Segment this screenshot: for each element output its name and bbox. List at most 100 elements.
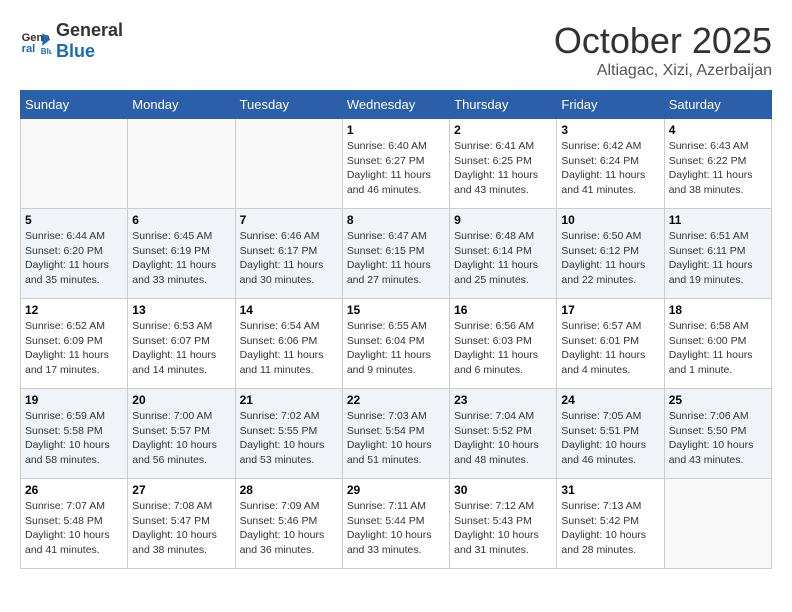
calendar-cell: 15 Sunrise: 6:55 AMSunset: 6:04 PMDayligh… — [342, 299, 449, 389]
day-info: Sunrise: 6:54 AMSunset: 6:06 PMDaylight:… — [240, 319, 338, 378]
calendar-cell: 17Sunrise: 6:57 AMSunset: 6:01 PMDayligh… — [557, 299, 664, 389]
calendar-cell: 9 Sunrise: 6:48 AMSunset: 6:14 PMDaylight… — [450, 209, 557, 299]
calendar-cell: 24 Sunrise: 7:05 AMSunset: 5:51 PMDayligh… — [557, 389, 664, 479]
weekday-header-row: SundayMondayTuesdayWednesdayThursdayFrid… — [21, 91, 772, 119]
day-number: 17 — [561, 303, 659, 317]
day-number: 18 — [669, 303, 767, 317]
calendar-week-row: 26 Sunrise: 7:07 AMSunset: 5:48 PMDayligh… — [21, 479, 772, 569]
day-info: Sunrise: 7:00 AMSunset: 5:57 PMDaylight:… — [132, 409, 230, 468]
day-number: 14 — [240, 303, 338, 317]
day-number: 4 — [669, 123, 767, 137]
day-info: Sunrise: 7:05 AMSunset: 5:51 PMDaylight:… — [561, 409, 659, 468]
day-number: 12 — [25, 303, 123, 317]
title-block: October 2025 Altiagac, Xizi, Azerbaijan — [554, 20, 772, 80]
calendar-cell: 30 Sunrise: 7:12 AMSunset: 5:43 PMDayligh… — [450, 479, 557, 569]
calendar-cell: 8 Sunrise: 6:47 AMSunset: 6:15 PMDaylight… — [342, 209, 449, 299]
logo-icon: Gene ral Blue — [20, 25, 52, 57]
day-number: 19 — [25, 393, 123, 407]
day-info: Sunrise: 6:42 AMSunset: 6:24 PMDaylight:… — [561, 139, 659, 198]
day-number: 31 — [561, 483, 659, 497]
day-info: Sunrise: 6:55 AMSunset: 6:04 PMDaylight:… — [347, 319, 445, 378]
day-number: 8 — [347, 213, 445, 227]
calendar-cell: 13 Sunrise: 6:53 AMSunset: 6:07 PMDayligh… — [128, 299, 235, 389]
day-info: Sunrise: 7:13 AMSunset: 5:42 PMDaylight:… — [561, 499, 659, 558]
calendar-cell — [128, 119, 235, 209]
day-number: 1 — [347, 123, 445, 137]
calendar-cell: 27 Sunrise: 7:08 AMSunset: 5:47 PMDayligh… — [128, 479, 235, 569]
logo: Gene ral Blue General Blue — [20, 20, 123, 62]
calendar-week-row: 1 Sunrise: 6:40 AMSunset: 6:27 PMDaylight… — [21, 119, 772, 209]
calendar-week-row: 5 Sunrise: 6:44 AMSunset: 6:20 PMDaylight… — [21, 209, 772, 299]
calendar-week-row: 19 Sunrise: 6:59 AMSunset: 5:58 PMDayligh… — [21, 389, 772, 479]
calendar-cell: 7 Sunrise: 6:46 AMSunset: 6:17 PMDaylight… — [235, 209, 342, 299]
svg-text:ral: ral — [22, 43, 36, 55]
day-info: Sunrise: 6:47 AMSunset: 6:15 PMDaylight:… — [347, 229, 445, 288]
day-number: 3 — [561, 123, 659, 137]
calendar-cell: 16 Sunrise: 6:56 AMSunset: 6:03 PMDayligh… — [450, 299, 557, 389]
day-info: Sunrise: 7:12 AMSunset: 5:43 PMDaylight:… — [454, 499, 552, 558]
weekday-header-friday: Friday — [557, 91, 664, 119]
logo-general-text: General — [56, 20, 123, 40]
location: Altiagac, Xizi, Azerbaijan — [554, 62, 772, 80]
day-number: 5 — [25, 213, 123, 227]
day-info: Sunrise: 6:51 AMSunset: 6:11 PMDaylight:… — [669, 229, 767, 288]
day-number: 11 — [669, 213, 767, 227]
calendar-cell: 3 Sunrise: 6:42 AMSunset: 6:24 PMDaylight… — [557, 119, 664, 209]
calendar-cell: 5 Sunrise: 6:44 AMSunset: 6:20 PMDaylight… — [21, 209, 128, 299]
day-info: Sunrise: 6:44 AMSunset: 6:20 PMDaylight:… — [25, 229, 123, 288]
weekday-header-thursday: Thursday — [450, 91, 557, 119]
month-title: October 2025 — [554, 20, 772, 62]
calendar-cell: 21Sunrise: 7:02 AMSunset: 5:55 PMDayligh… — [235, 389, 342, 479]
day-number: 24 — [561, 393, 659, 407]
calendar-cell — [21, 119, 128, 209]
day-info: Sunrise: 6:43 AMSunset: 6:22 PMDaylight:… — [669, 139, 767, 198]
calendar-cell: 26 Sunrise: 7:07 AMSunset: 5:48 PMDayligh… — [21, 479, 128, 569]
calendar-cell: 29 Sunrise: 7:11 AMSunset: 5:44 PMDayligh… — [342, 479, 449, 569]
day-info: Sunrise: 7:09 AMSunset: 5:46 PMDaylight:… — [240, 499, 338, 558]
calendar-cell: 22Sunrise: 7:03 AMSunset: 5:54 PMDayligh… — [342, 389, 449, 479]
day-number: 15 — [347, 303, 445, 317]
calendar-cell: 18 Sunrise: 6:58 AMSunset: 6:00 PMDayligh… — [664, 299, 771, 389]
day-info: Sunrise: 7:11 AMSunset: 5:44 PMDaylight:… — [347, 499, 445, 558]
calendar-table: SundayMondayTuesdayWednesdayThursdayFrid… — [20, 90, 772, 569]
day-info: Sunrise: 6:59 AMSunset: 5:58 PMDaylight:… — [25, 409, 123, 468]
day-info: Sunrise: 7:07 AMSunset: 5:48 PMDaylight:… — [25, 499, 123, 558]
day-info: Sunrise: 6:53 AMSunset: 6:07 PMDaylight:… — [132, 319, 230, 378]
day-number: 26 — [25, 483, 123, 497]
day-number: 13 — [132, 303, 230, 317]
day-info: Sunrise: 6:46 AMSunset: 6:17 PMDaylight:… — [240, 229, 338, 288]
day-info: Sunrise: 6:58 AMSunset: 6:00 PMDaylight:… — [669, 319, 767, 378]
calendar-cell: 12Sunrise: 6:52 AMSunset: 6:09 PMDayligh… — [21, 299, 128, 389]
day-number: 28 — [240, 483, 338, 497]
day-number: 30 — [454, 483, 552, 497]
weekday-header-saturday: Saturday — [664, 91, 771, 119]
day-info: Sunrise: 6:56 AMSunset: 6:03 PMDaylight:… — [454, 319, 552, 378]
calendar-cell: 31 Sunrise: 7:13 AMSunset: 5:42 PMDayligh… — [557, 479, 664, 569]
day-number: 21 — [240, 393, 338, 407]
calendar-cell: 25 Sunrise: 7:06 AMSunset: 5:50 PMDayligh… — [664, 389, 771, 479]
day-number: 10 — [561, 213, 659, 227]
day-info: Sunrise: 6:40 AMSunset: 6:27 PMDaylight:… — [347, 139, 445, 198]
day-info: Sunrise: 6:41 AMSunset: 6:25 PMDaylight:… — [454, 139, 552, 198]
day-info: Sunrise: 7:04 AMSunset: 5:52 PMDaylight:… — [454, 409, 552, 468]
day-number: 16 — [454, 303, 552, 317]
day-info: Sunrise: 6:48 AMSunset: 6:14 PMDaylight:… — [454, 229, 552, 288]
day-info: Sunrise: 7:03 AMSunset: 5:54 PMDaylight:… — [347, 409, 445, 468]
calendar-cell: 2Sunrise: 6:41 AMSunset: 6:25 PMDaylight… — [450, 119, 557, 209]
day-number: 27 — [132, 483, 230, 497]
day-number: 9 — [454, 213, 552, 227]
day-number: 29 — [347, 483, 445, 497]
day-info: Sunrise: 6:50 AMSunset: 6:12 PMDaylight:… — [561, 229, 659, 288]
day-info: Sunrise: 7:06 AMSunset: 5:50 PMDaylight:… — [669, 409, 767, 468]
logo-blue-text: Blue — [56, 41, 95, 61]
calendar-cell: 11 Sunrise: 6:51 AMSunset: 6:11 PMDayligh… — [664, 209, 771, 299]
calendar-cell: 20Sunrise: 7:00 AMSunset: 5:57 PMDayligh… — [128, 389, 235, 479]
svg-text:Blue: Blue — [41, 47, 52, 56]
calendar-cell: 14 Sunrise: 6:54 AMSunset: 6:06 PMDayligh… — [235, 299, 342, 389]
calendar-week-row: 12Sunrise: 6:52 AMSunset: 6:09 PMDayligh… — [21, 299, 772, 389]
weekday-header-sunday: Sunday — [21, 91, 128, 119]
day-number: 25 — [669, 393, 767, 407]
day-number: 7 — [240, 213, 338, 227]
day-info: Sunrise: 7:08 AMSunset: 5:47 PMDaylight:… — [132, 499, 230, 558]
calendar-cell: 6Sunrise: 6:45 AMSunset: 6:19 PMDaylight… — [128, 209, 235, 299]
